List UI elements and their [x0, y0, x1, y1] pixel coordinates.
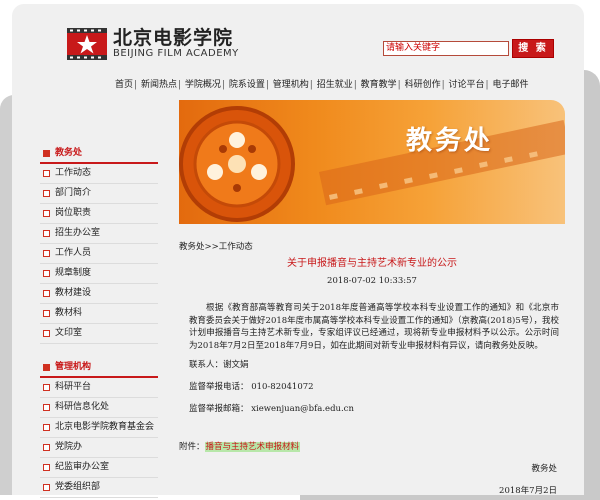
nav-separator: |: [485, 80, 489, 90]
film-academy-logo-icon: [67, 28, 107, 60]
nav-forum[interactable]: 讨论平台: [449, 80, 485, 90]
attachment-label: 附件：: [179, 442, 205, 452]
site-logo[interactable]: 北京电影学院 BEIJING FILM ACADEMY: [67, 24, 267, 64]
bullet-icon: [43, 484, 50, 491]
nav-separator: |: [221, 80, 225, 90]
bullet-icon: [43, 330, 50, 337]
nav-news[interactable]: 新闻热点: [141, 80, 177, 90]
sidebar-item[interactable]: 部门简介: [40, 184, 158, 204]
article-title: 关于申报播音与主持艺术新专业的公示: [287, 258, 457, 269]
bullet-icon: [43, 190, 50, 197]
article-date: 2018-07-02 10:33:57: [327, 276, 417, 286]
bullet-icon: [43, 384, 50, 391]
article-body: 根据《教育部高等教育司关于2018年度普通高等学校本科专业设置工作的通知》和《北…: [189, 303, 559, 351]
bullet-icon: [43, 150, 50, 157]
nav-separator: |: [441, 80, 445, 90]
bullet-icon: [43, 170, 50, 177]
nav-home[interactable]: 首页: [115, 80, 133, 90]
sidebar-item[interactable]: 招生办公室: [40, 224, 158, 244]
sidebar-item[interactable]: 教材科: [40, 304, 158, 324]
sidebar-item[interactable]: 岗位职责: [40, 204, 158, 224]
bullet-icon: [43, 424, 50, 431]
sidebar-item[interactable]: 党委组织部: [40, 478, 158, 498]
film-reel-graphic: [179, 106, 565, 222]
sidebar-item[interactable]: 工作动态: [40, 164, 158, 184]
attachment-row: 附件：播音与主持艺术申报材料: [179, 440, 301, 452]
bullet-icon: [43, 290, 50, 297]
top-navigation: 首页| 新闻热点| 学院概况| 院系设置| 管理机构| 招生就业| 教育教学| …: [115, 77, 528, 90]
sidebar-item[interactable]: 科研平台: [40, 378, 158, 398]
nav-separator: |: [134, 80, 138, 90]
report-email: 监督举报邮箱： xiewenjuan@bfa.edu.cn: [189, 404, 354, 414]
bullet-icon: [43, 230, 50, 237]
logo-english-text: BEIJING FILM ACADEMY: [113, 48, 239, 59]
bullet-icon: [43, 310, 50, 317]
nav-separator: |: [265, 80, 269, 90]
search-button[interactable]: 搜 索: [512, 39, 554, 58]
sidebar: 教务处 工作动态 部门简介 岗位职责 招生办公室 工作人员 规章制度 教材建设 …: [40, 144, 158, 498]
sidebar-section-management: 管理机构 科研平台 科研信息化处 北京电影学院教育基金会 党院办 纪监审办公室 …: [40, 358, 158, 498]
nav-separator: |: [309, 80, 313, 90]
sidebar-item[interactable]: 科研信息化处: [40, 398, 158, 418]
logo-chinese-text: 北京电影学院: [113, 27, 234, 49]
sidebar-item[interactable]: 文印室: [40, 324, 158, 344]
nav-separator: |: [397, 80, 401, 90]
nav-admissions[interactable]: 招生就业: [317, 80, 353, 90]
attachment-link[interactable]: 播音与主持艺术申报材料: [204, 442, 301, 452]
sidebar-item[interactable]: 党院办: [40, 438, 158, 458]
nav-separator: |: [353, 80, 357, 90]
banner-title: 教务处: [405, 126, 493, 156]
page-container: 北京电影学院 BEIJING FILM ACADEMY 请输入关键字 搜 索 首…: [12, 4, 584, 498]
report-phone: 监督举报电话： 010-82041072: [189, 382, 314, 392]
breadcrumb[interactable]: 教务处>>工作动态: [179, 240, 253, 252]
nav-education[interactable]: 教育教学: [361, 80, 397, 90]
bullet-icon: [43, 404, 50, 411]
nav-about[interactable]: 学院概况: [185, 80, 221, 90]
sidebar-item[interactable]: 规章制度: [40, 264, 158, 284]
nav-administration[interactable]: 管理机构: [273, 80, 309, 90]
nav-separator: |: [177, 80, 181, 90]
sidebar-item[interactable]: 北京电影学院教育基金会: [40, 418, 158, 438]
sidebar-item[interactable]: 纪监审办公室: [40, 458, 158, 478]
nav-email[interactable]: 电子邮件: [492, 80, 528, 90]
contact-person: 联系人：谢文娟: [189, 360, 249, 370]
sidebar-section-jiaowuchu: 教务处 工作动态 部门简介 岗位职责 招生办公室 工作人员 规章制度 教材建设 …: [40, 144, 158, 344]
sidebar-item[interactable]: 教材建设: [40, 284, 158, 304]
department-banner: 教务处: [179, 100, 565, 224]
nav-research[interactable]: 科研创作: [405, 80, 441, 90]
bullet-icon: [43, 270, 50, 277]
sidebar-item[interactable]: 工作人员: [40, 244, 158, 264]
sidebar-section-title[interactable]: 教务处: [40, 144, 158, 164]
search-input[interactable]: 请输入关键字: [383, 41, 509, 56]
bullet-icon: [43, 210, 50, 217]
bullet-icon: [43, 444, 50, 451]
bullet-icon: [43, 250, 50, 257]
nav-departments[interactable]: 院系设置: [229, 80, 265, 90]
signature-date: 2018年7月2日: [499, 486, 557, 496]
bullet-icon: [43, 464, 50, 471]
bullet-icon: [43, 364, 50, 371]
sidebar-section-title[interactable]: 管理机构: [40, 358, 158, 378]
signature: 教务处: [531, 464, 557, 474]
